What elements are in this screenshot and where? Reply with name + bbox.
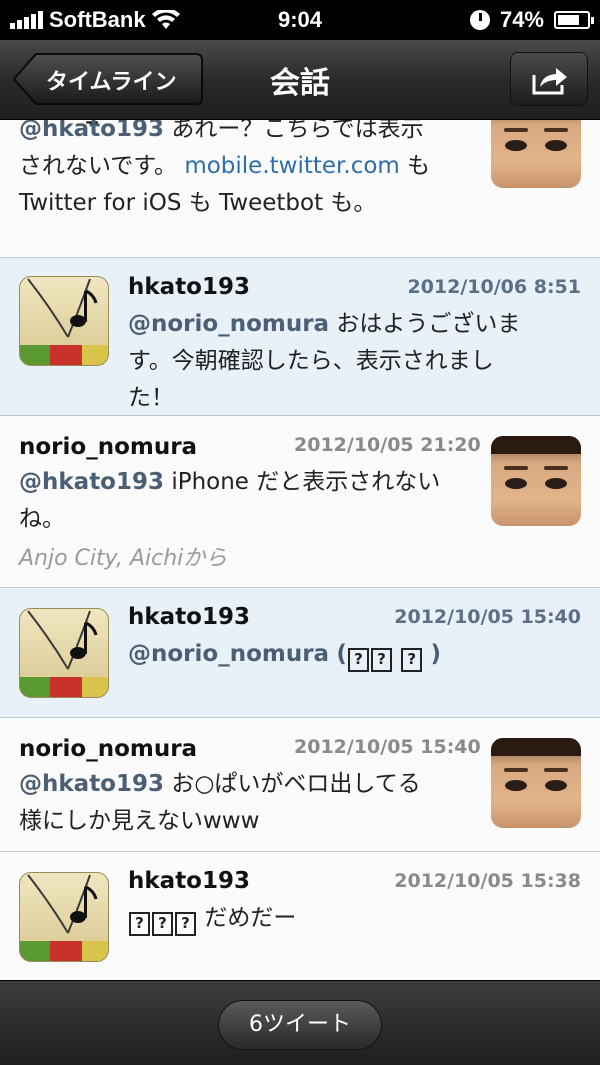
tweet-text-part: されないです。 [19,153,178,179]
conversation-list[interactable]: norio_nomura @hkato193 あれー？こちらでは表示 されないで… [0,120,600,980]
tweet-username[interactable]: hkato193 [128,868,250,894]
tweet-text-part: あれー？こちらでは表示 [171,120,424,142]
tweet-text-part: おはようございま [336,311,521,337]
battery-percent: 74% [499,7,544,32]
tweet-mention[interactable]: @norio_nomura [128,311,329,337]
tweet-text-part: だめだー [204,905,297,931]
unknown-glyph: ? [370,648,392,672]
tweet-row[interactable]: hkato193 2012/10/05 15:40 @norio_nomura … [0,588,600,718]
tweet-text: @hkato193 お○ぱいがベロ出してる 様にしか見えないwww [19,766,474,840]
tweet-date: 2012/10/06 8:51 [407,276,581,298]
user-avatar[interactable] [491,436,581,526]
tweet-text: @hkato193 あれー？こちらでは表示 されないです。 mobile.twi… [19,120,469,222]
tweet-text-part: ( [336,641,347,667]
tweet-row[interactable]: norio_nomura 2012/10/05 21:20 @hkato193 … [0,416,600,588]
unknown-glyph: ? [175,912,196,936]
unknown-glyph: ? [129,912,150,936]
user-avatar[interactable] [19,276,109,366]
tweet-mention[interactable]: @hkato193 [19,120,164,142]
tweet-text: ??? だめだー [128,900,583,937]
tweet-text-part: す。今朝確認したら、表示されまし [128,348,494,374]
tweet-mention[interactable]: @norio_nomura [128,641,329,667]
tweet-text-part: 様にしか見えないwww [19,808,260,834]
music-note-icon [20,874,108,961]
share-button[interactable] [510,52,588,106]
tweet-text-part: た！ [128,385,174,411]
tweet-link[interactable]: mobile.twitter.com [184,153,400,179]
tweet-text-part: も [407,153,431,179]
tweet-text: @norio_nomura (?? ? ) [128,636,583,673]
tweet-date: 2012/10/05 21:20 [294,434,481,456]
unknown-glyph: ? [401,648,423,672]
tweet-date: 2012/10/05 15:38 [394,870,581,892]
tweet-text-part: iPhone だと表示されない [171,469,441,495]
tweet-username[interactable]: hkato193 [128,604,250,630]
unknown-glyph: ? [347,648,369,672]
status-bar: SoftBank 9:04 74% [0,0,600,40]
music-note-icon [20,278,108,365]
user-avatar[interactable] [19,872,109,962]
unknown-glyph: ? [152,912,173,936]
music-note-icon [20,610,108,697]
battery-icon [554,11,594,29]
tweet-text-part: Twitter for iOS も Tweetbot も。 [19,190,377,216]
user-avatar[interactable] [19,608,109,698]
user-avatar[interactable] [491,738,581,828]
navigation-bar: タイムライン 会話 [0,40,600,120]
user-avatar[interactable] [491,120,581,188]
share-icon [532,68,567,95]
tweet-row[interactable]: hkato193 2012/10/05 15:38 ??? だめだー [0,852,600,980]
clock-icon [469,10,490,30]
tweet-row[interactable]: norio_nomura 2012/10/05 15:40 @hkato193 … [0,718,600,852]
tweet-mention[interactable]: @hkato193 [19,771,164,797]
tweet-location: Anjo City, Aichiから [19,546,228,571]
tweet-mention[interactable]: @hkato193 [19,469,164,495]
bottom-toolbar: 6ツイート [0,980,600,1065]
tweet-username[interactable]: hkato193 [128,274,250,300]
tweet-text: @norio_nomura おはようございま す。今朝確認したら、表示されまし … [128,306,583,417]
tweet-text: @hkato193 iPhone だと表示されない ね。 [19,464,474,538]
tweet-username[interactable]: norio_nomura [19,434,197,460]
tweet-text-part: お○ぱいがベロ出してる [171,771,421,797]
tweet-text-part: ね。 [19,506,65,532]
tweet-date: 2012/10/05 15:40 [294,736,481,758]
tweet-row[interactable]: norio_nomura @hkato193 あれー？こちらでは表示 されないで… [0,120,600,258]
tweet-text-part: ) [430,641,442,667]
tweet-date: 2012/10/05 15:40 [394,606,581,628]
tweet-row[interactable]: hkato193 2012/10/06 8:51 @norio_nomura お… [0,258,600,416]
tweet-username[interactable]: norio_nomura [19,736,197,762]
tweet-count-button[interactable]: 6ツイート [218,1000,382,1050]
